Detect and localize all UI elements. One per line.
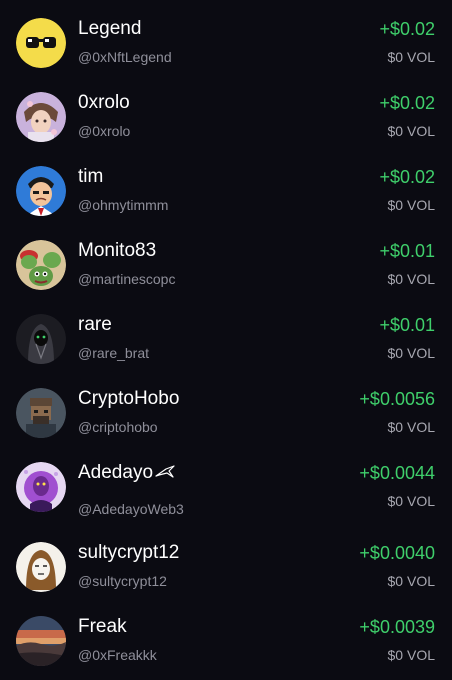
avatar[interactable]: [16, 542, 66, 592]
earnings-amount: +$0.0044: [359, 463, 435, 483]
list-item[interactable]: sultycrypt12 @sultycrypt12 +$0.0040 $0 V…: [0, 532, 452, 606]
user-display-name[interactable]: CryptoHobo: [78, 386, 179, 412]
user-handle[interactable]: @AdedayoWeb3: [78, 500, 184, 518]
avatar[interactable]: [16, 92, 66, 142]
user-display-name[interactable]: Adedayo: [78, 460, 153, 486]
volume-value: $0 VOL: [387, 493, 435, 509]
avatar[interactable]: [16, 314, 66, 364]
list-item[interactable]: tim @ohmytimmm +$0.02 $0 VOL: [0, 156, 452, 230]
sunglasses-face-icon: [16, 18, 66, 68]
leaderboard-list: Legend @0xNftLegend +$0.02 $0 VOL 0xrolo…: [0, 0, 452, 680]
earnings-amount: +$0.01: [379, 241, 435, 261]
volume-value: $0 VOL: [387, 345, 435, 361]
user-display-name[interactable]: sultycrypt12: [78, 540, 179, 566]
volume-value: $0 VOL: [387, 123, 435, 139]
purple-portrait-icon: [16, 462, 66, 512]
user-display-name[interactable]: rare: [78, 312, 112, 338]
cartoon-man-icon: [16, 166, 66, 216]
volume-value: $0 VOL: [387, 49, 435, 65]
user-display-name[interactable]: tim: [78, 164, 103, 190]
avatar[interactable]: [16, 18, 66, 68]
volume-value: $0 VOL: [387, 573, 435, 589]
hooded-sketch-icon: [16, 542, 66, 592]
earnings-amount: +$0.02: [379, 167, 435, 187]
volume-value: $0 VOL: [387, 647, 435, 663]
user-handle[interactable]: @sultycrypt12: [78, 572, 167, 590]
user-display-name[interactable]: Monito83: [78, 238, 156, 264]
list-item[interactable]: Monito83 @martinescopc +$0.01 $0 VOL: [0, 230, 452, 304]
user-display-name[interactable]: 0xrolo: [78, 90, 130, 116]
user-handle[interactable]: @0xFreakkk: [78, 646, 157, 664]
earnings-amount: +$0.0056: [359, 389, 435, 409]
user-handle[interactable]: @rare_brat: [78, 344, 149, 362]
sunset-landscape-icon: [16, 616, 66, 666]
user-display-name[interactable]: Legend: [78, 16, 141, 42]
list-item[interactable]: rare @rare_brat +$0.01 $0 VOL: [0, 304, 452, 378]
avatar[interactable]: [16, 166, 66, 216]
list-item[interactable]: Freak @0xFreakkk +$0.0039 $0 VOL: [0, 606, 452, 680]
volume-value: $0 VOL: [387, 197, 435, 213]
earnings-amount: +$0.0039: [359, 617, 435, 637]
volume-value: $0 VOL: [387, 271, 435, 287]
list-item[interactable]: 0xrolo @0xrolo +$0.02 $0 VOL: [0, 82, 452, 156]
avatar[interactable]: [16, 462, 66, 512]
list-item[interactable]: CryptoHobo @criptohobo +$0.0056 $0 VOL: [0, 378, 452, 452]
user-handle[interactable]: @ohmytimmm: [78, 196, 168, 214]
pixel-hobo-icon: [16, 388, 66, 438]
list-item[interactable]: Legend @0xNftLegend +$0.02 $0 VOL: [0, 8, 452, 82]
user-handle[interactable]: @criptohobo: [78, 418, 158, 436]
hooded-figure-icon: [16, 314, 66, 364]
bird-icon: [155, 463, 175, 484]
avatar[interactable]: [16, 388, 66, 438]
earnings-amount: +$0.01: [379, 315, 435, 335]
avatar[interactable]: [16, 240, 66, 290]
pepe-frogs-icon: [16, 240, 66, 290]
user-handle[interactable]: @0xrolo: [78, 122, 130, 140]
user-handle[interactable]: @martinescopc: [78, 270, 175, 288]
earnings-amount: +$0.02: [379, 93, 435, 113]
user-display-name[interactable]: Freak: [78, 614, 127, 640]
avatar[interactable]: [16, 616, 66, 666]
earnings-amount: +$0.0040: [359, 543, 435, 563]
earnings-amount: +$0.02: [379, 19, 435, 39]
user-handle[interactable]: @0xNftLegend: [78, 48, 172, 66]
anime-character-icon: [16, 92, 66, 142]
list-item[interactable]: Adedayo @AdedayoWeb3 +$0.0044 $0 VOL: [0, 452, 452, 526]
volume-value: $0 VOL: [387, 419, 435, 435]
